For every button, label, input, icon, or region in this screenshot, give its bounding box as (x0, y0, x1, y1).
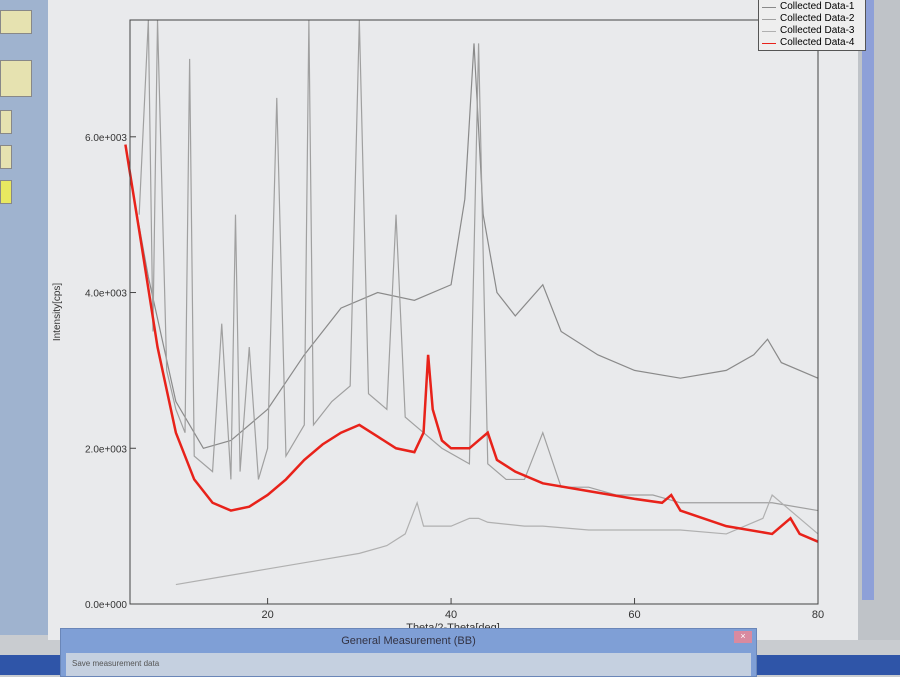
legend-label: Collected Data-4 (780, 37, 855, 48)
legend-swatch (762, 30, 776, 32)
y-tick-label: 4.0e+003 (85, 289, 127, 300)
y-axis-label: Intensity[cps] (52, 283, 63, 342)
x-tick-label: 80 (812, 609, 824, 621)
y-tick-label: 6.0e+003 (85, 133, 127, 144)
chart-area: 20 40 60 80 0.0e+000 2.0e+003 4.0e+003 6.0e+003… (48, 0, 866, 640)
close-button[interactable]: × (734, 631, 752, 643)
dialog-body: Save measurement data (66, 653, 751, 676)
panel-button[interactable] (0, 180, 12, 204)
legend-swatch (762, 6, 776, 8)
panel-button[interactable] (0, 10, 32, 34)
y-tick-label: 2.0e+003 (85, 444, 127, 455)
left-panel (0, 0, 48, 635)
x-tick-label: 20 (261, 609, 273, 621)
legend-item: Collected Data-3 (762, 25, 862, 37)
panel-button[interactable] (0, 60, 32, 97)
dialog-title: General Measurement (BB) (341, 635, 476, 647)
legend-label: Collected Data-1 (780, 1, 855, 12)
legend-label: Collected Data-2 (780, 13, 855, 24)
panel-button[interactable] (0, 110, 12, 134)
x-tick-label: 60 (628, 609, 640, 621)
legend: Collected Data-1 Collected Data-2 Collecte… (758, 0, 866, 51)
legend-label: Collected Data-3 (780, 25, 855, 36)
panel-button[interactable] (0, 145, 12, 169)
plot-frame (129, 19, 819, 605)
legend-swatch (762, 18, 776, 20)
legend-item: Collected Data-4 (762, 37, 862, 49)
general-measurement-dialog: General Measurement (BB) × Save measurem… (60, 628, 757, 677)
legend-item: Collected Data-2 (762, 13, 862, 25)
legend-item: Collected Data-1 (762, 1, 862, 13)
xrd-chart: 20 40 60 80 0.0e+000 2.0e+003 4.0e+003 6.0e+003… (52, 19, 824, 634)
scrollbar[interactable] (862, 0, 874, 600)
legend-swatch (762, 42, 776, 44)
x-tick-label: 40 (445, 609, 457, 621)
series-line-3 (175, 493, 819, 586)
y-tick-label: 0.0e+000 (85, 600, 127, 611)
series-line-2 (138, 19, 819, 512)
